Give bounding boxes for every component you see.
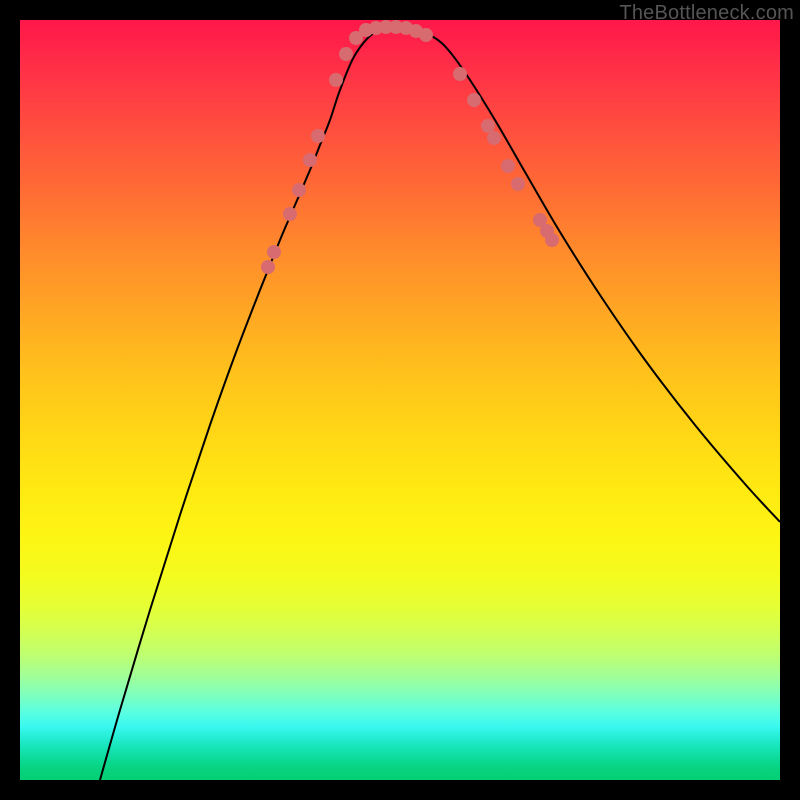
marker-point [467, 93, 481, 107]
watermark-text: TheBottleneck.com [619, 2, 794, 25]
marker-point [292, 183, 306, 197]
marker-point [283, 207, 297, 221]
marker-point [311, 129, 325, 143]
marker-point [481, 119, 495, 133]
marker-point [511, 177, 525, 191]
marker-point [261, 260, 275, 274]
curve-layer [20, 20, 780, 780]
marker-point [453, 67, 467, 81]
marker-point [329, 73, 343, 87]
marker-point [419, 28, 433, 42]
marker-point [339, 47, 353, 61]
bottleneck-curve [100, 28, 780, 780]
marker-point [487, 131, 501, 145]
chart-frame: TheBottleneck.com [0, 0, 800, 800]
marker-point [545, 233, 559, 247]
plot-area [20, 20, 780, 780]
highlight-markers [261, 20, 559, 274]
marker-point [501, 159, 515, 173]
marker-point [267, 245, 281, 259]
marker-point [303, 153, 317, 167]
